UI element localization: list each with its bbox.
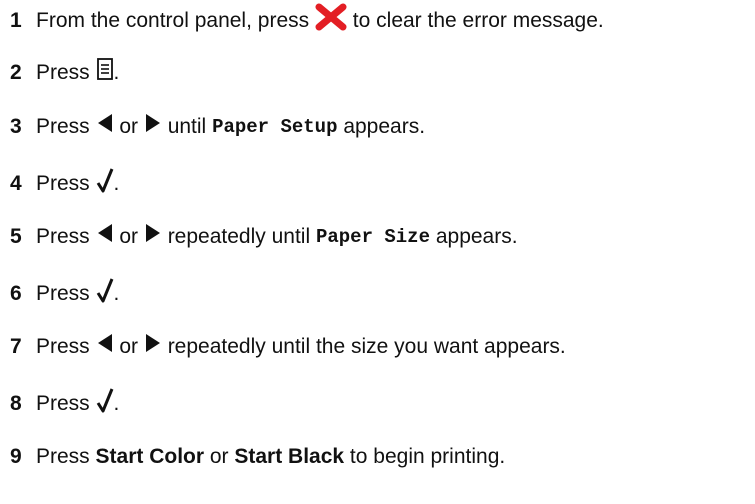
step-number: 9 <box>10 445 22 468</box>
left-arrow-icon <box>96 332 114 362</box>
step-number: 7 <box>10 335 22 358</box>
step-text: or <box>113 335 144 358</box>
menu-option-label: Paper Size <box>315 226 430 248</box>
step-4: 4 Press . <box>10 167 119 201</box>
step-text: Press <box>36 115 96 138</box>
button-name-start-black: Start Black <box>234 445 345 468</box>
step-text: until <box>161 115 213 138</box>
step-text: . <box>113 392 120 415</box>
step-text: . <box>113 61 120 84</box>
step-text: repeatedly until <box>161 225 316 248</box>
right-arrow-icon <box>144 112 162 142</box>
step-8: 8 Press . <box>10 387 119 421</box>
step-6: 6 Press . <box>10 277 119 311</box>
step-3: 3 Press or until Paper Setup appears. <box>10 112 425 142</box>
checkmark-icon <box>96 387 114 421</box>
menu-icon <box>96 57 114 89</box>
right-arrow-icon <box>144 222 162 252</box>
step-text: to clear the error message. <box>346 9 604 32</box>
step-text: Press <box>36 61 96 84</box>
step-5: 5 Press or repeatedly until Paper Size a… <box>10 222 518 252</box>
step-text: to begin printing. <box>344 445 506 468</box>
step-text: or <box>113 115 144 138</box>
menu-option-label: Paper Setup <box>212 116 338 138</box>
step-number: 5 <box>10 225 22 248</box>
step-number: 1 <box>10 9 22 32</box>
step-7: 7 Press or repeatedly until the size you… <box>10 332 566 362</box>
step-text: repeatedly until the size you want appea… <box>161 335 566 358</box>
step-text: appears. <box>430 225 518 248</box>
left-arrow-icon <box>96 112 114 142</box>
step-number: 4 <box>10 172 22 195</box>
step-9: 9 Press Start Color or Start Black to be… <box>10 443 505 471</box>
step-2: 2 Press . <box>10 57 119 89</box>
step-text: . <box>113 172 120 195</box>
button-name-start-color: Start Color <box>95 445 205 468</box>
right-arrow-icon <box>144 332 162 362</box>
step-text: . <box>113 282 120 305</box>
step-number: 8 <box>10 392 22 415</box>
step-text: Press <box>36 282 96 305</box>
step-text: or <box>113 225 144 248</box>
instruction-steps: 1 From the control panel, press to clear… <box>0 0 755 504</box>
step-number: 3 <box>10 115 22 138</box>
step-1: 1 From the control panel, press to clear… <box>10 2 604 40</box>
left-arrow-icon <box>96 222 114 252</box>
step-text: Press <box>36 225 96 248</box>
step-text: Press <box>36 172 96 195</box>
step-text: Press <box>36 335 96 358</box>
step-text: or <box>204 445 235 468</box>
checkmark-icon <box>96 277 114 311</box>
step-text: From the control panel, press <box>36 9 315 32</box>
cancel-x-icon <box>315 2 347 40</box>
step-number: 6 <box>10 282 22 305</box>
step-text: Press <box>36 445 96 468</box>
step-text: Press <box>36 392 96 415</box>
step-text: appears. <box>337 115 426 138</box>
step-number: 2 <box>10 61 22 84</box>
checkmark-icon <box>96 167 114 201</box>
